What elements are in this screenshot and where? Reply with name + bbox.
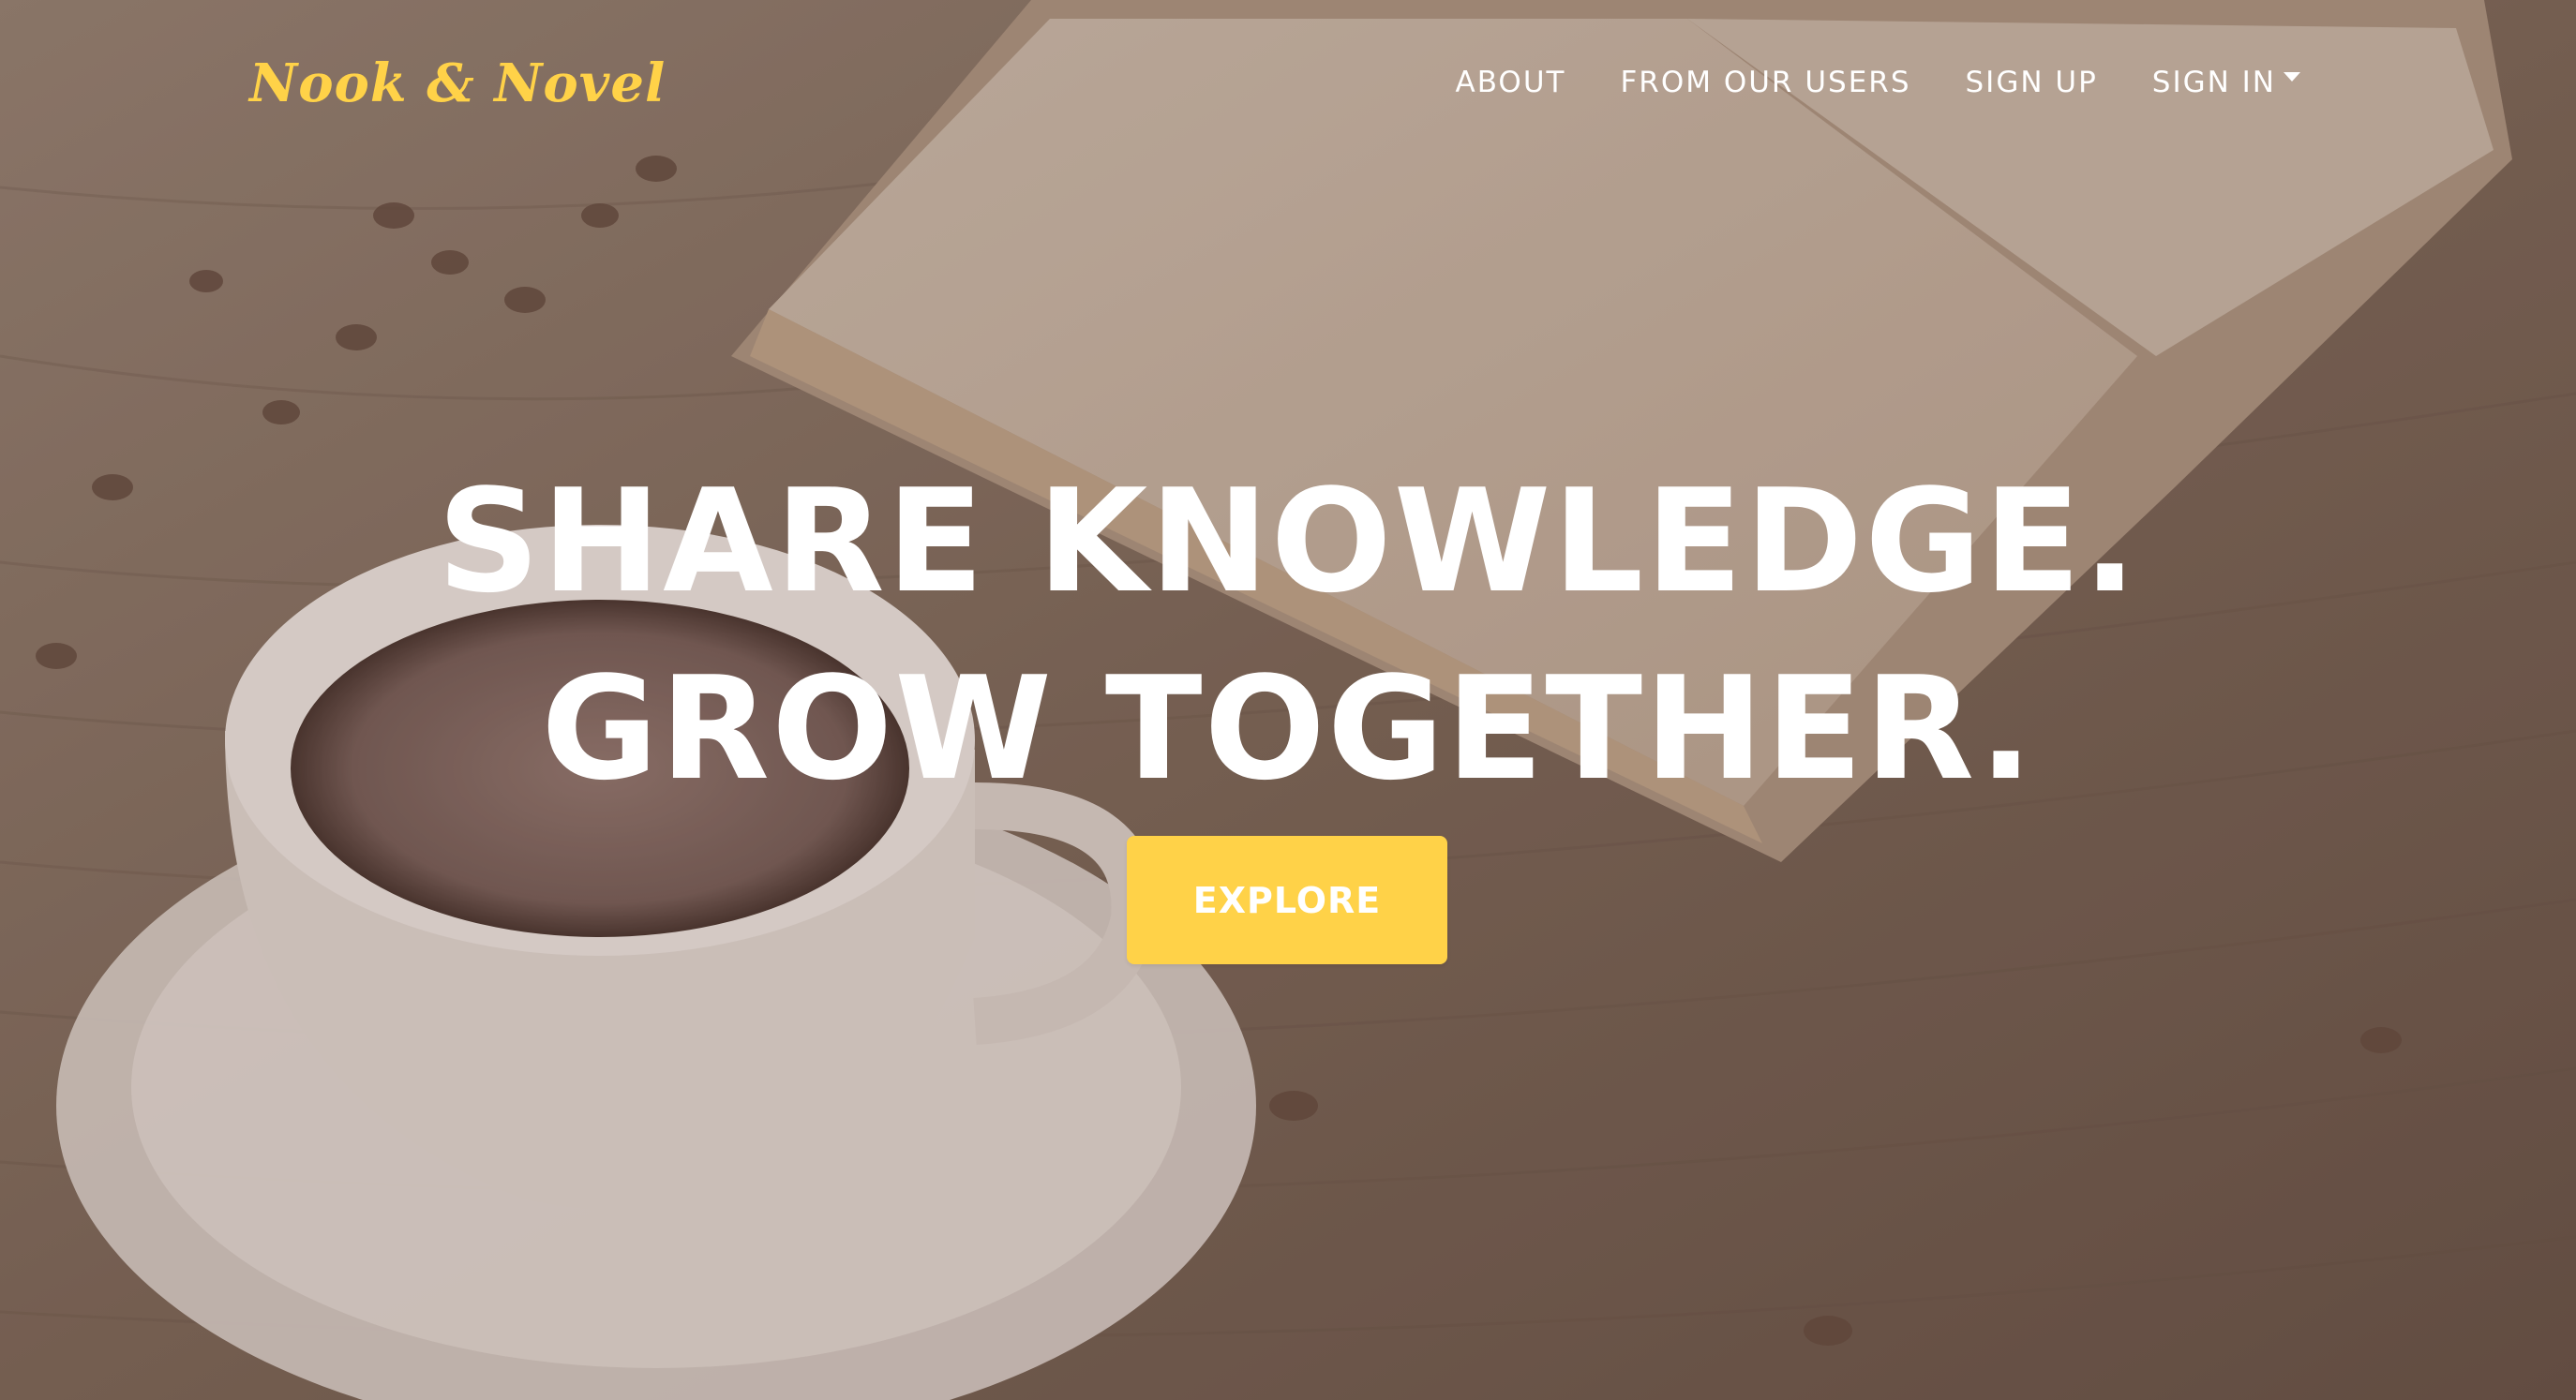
caret-down-icon [2284, 72, 2300, 82]
explore-button[interactable]: EXPLORE [1127, 836, 1447, 964]
top-navbar: Nook & Novel ABOUT FROM OUR USERS SIGN U… [0, 0, 2576, 178]
nav-link-sign-up[interactable]: SIGN UP [1966, 66, 2098, 99]
hero-headline-line-2: GROW TOGETHER. [541, 646, 2035, 812]
brand-logo[interactable]: Nook & Novel [249, 52, 666, 114]
hero-headline: SHARE KNOWLEDGE. GROW TOGETHER. [0, 448, 2576, 823]
nav-links: ABOUT FROM OUR USERS SIGN UP SIGN IN [1456, 66, 2300, 99]
nav-link-sign-in-label: SIGN IN [2151, 66, 2276, 99]
nav-link-sign-in[interactable]: SIGN IN [2152, 66, 2300, 99]
nav-link-about[interactable]: ABOUT [1456, 66, 1566, 99]
hero-headline-line-1: SHARE KNOWLEDGE. [437, 458, 2139, 624]
nav-link-from-our-users[interactable]: FROM OUR USERS [1620, 66, 1910, 99]
